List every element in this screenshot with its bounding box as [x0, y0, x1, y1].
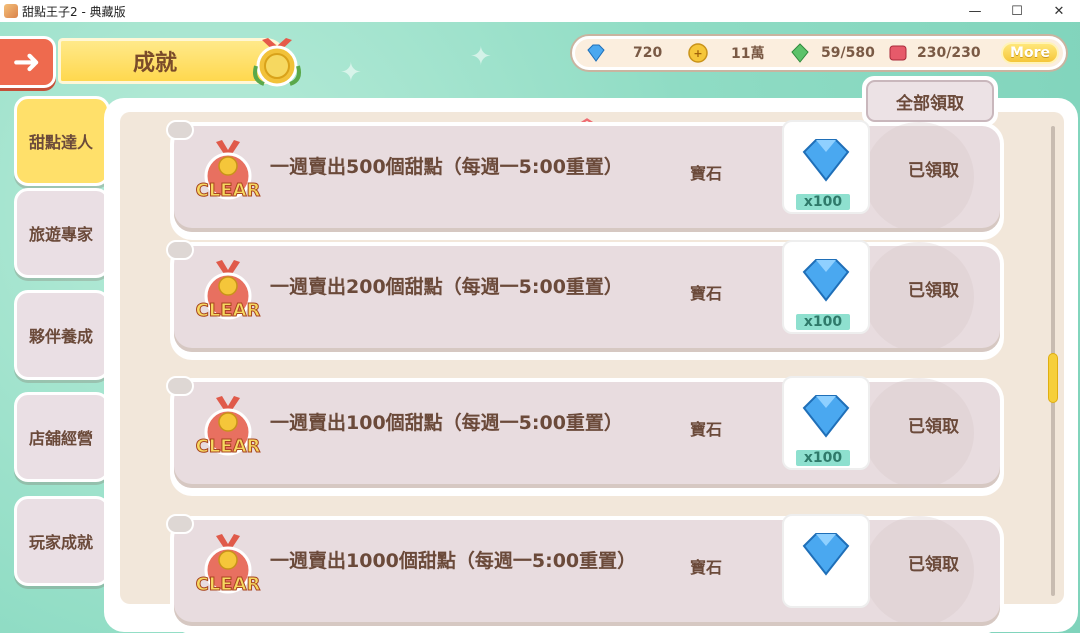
nav-item-partner-training[interactable]: 夥伴養成	[14, 290, 110, 380]
sparkle-icon: ✦	[340, 58, 362, 88]
medal-icon	[253, 38, 301, 87]
reward-type: 寶石	[690, 284, 723, 303]
nav-item-label: 甜點達人	[29, 133, 94, 152]
achievement-title: 一週賣出1000個甜點（每週一5:00重置）	[270, 550, 637, 572]
achievement-title: 一週賣出200個甜點（每週一5:00重置）	[270, 276, 623, 298]
list-item: CLEAR 一週賣出500個甜點（每週一5:00重置） 寶石 x100 已領取	[166, 120, 1004, 240]
claimed-status: 已領取	[908, 281, 959, 301]
reward-item[interactable]: x100	[782, 120, 870, 214]
claimed-status: 已領取	[908, 417, 959, 437]
nav-item-travel-expert[interactable]: 旅遊專家	[14, 188, 110, 278]
svg-text:CLEAR: CLEAR	[196, 574, 261, 595]
scrollbar-thumb[interactable]	[1048, 353, 1058, 403]
reward-item[interactable]	[782, 514, 870, 608]
claimed-status: 已領取	[908, 161, 959, 181]
gem-icon	[802, 395, 850, 438]
list-item: CLEAR 一週賣出200個甜點（每週一5:00重置） 寶石 x100 已領取	[166, 240, 1004, 360]
reward-item[interactable]: x100	[782, 376, 870, 470]
nav-item-shop-management[interactable]: 店舖經營	[14, 392, 110, 482]
app-icon	[4, 4, 18, 18]
gems-counter: 720	[585, 42, 662, 64]
nav-item-dessert-master[interactable]: 甜點達人	[14, 96, 110, 186]
maximize-button[interactable]: ☐	[996, 0, 1038, 22]
clear-badge-icon: CLEAR	[195, 396, 261, 458]
stamina-counter: 59/580	[789, 42, 875, 64]
gem-icon	[802, 139, 850, 182]
reward-quantity: x100	[794, 448, 852, 468]
gem-icon	[802, 259, 850, 302]
minimize-button[interactable]: —	[954, 0, 996, 22]
window-titlebar: 甜點王子2 - 典藏版 — ☐ ✕	[0, 0, 1080, 22]
coins-counter: + 11萬	[687, 42, 764, 64]
svg-text:CLEAR: CLEAR	[196, 436, 261, 457]
reward-item[interactable]: x100	[782, 240, 870, 334]
reward-quantity: x100	[794, 312, 852, 332]
nav-item-label: 玩家成就	[29, 533, 94, 552]
clear-badge-icon: CLEAR	[195, 534, 261, 596]
coin-plus-icon[interactable]: +	[687, 42, 709, 64]
ticket-plus-icon[interactable]	[887, 42, 909, 64]
page-title: 成就	[133, 51, 178, 76]
gems-value: 720	[633, 45, 663, 61]
nav-item-label: 夥伴養成	[29, 327, 94, 346]
coins-value: 11萬	[731, 46, 765, 62]
reward-type: 寶石	[690, 420, 723, 439]
game-area: ✦ ✦ ✦ ✦ ➜ 成就 720 + 11萬	[0, 22, 1080, 633]
window-title: 甜點王子2 - 典藏版	[22, 4, 126, 19]
nav-item-player-achievements[interactable]: 玩家成就	[14, 496, 110, 586]
tickets-value: 230/230	[917, 45, 981, 61]
clear-badge-icon: CLEAR	[195, 140, 261, 202]
gem-icon	[802, 533, 850, 576]
more-button[interactable]: More	[1001, 42, 1059, 64]
claim-all-button[interactable]: 全部領取	[862, 76, 998, 126]
clear-badge-icon: CLEAR	[195, 260, 261, 322]
resource-bar: 720 + 11萬 59/580 230/230 More	[572, 36, 1066, 70]
stamina-value: 59/580	[821, 45, 875, 61]
gem-icon	[587, 44, 605, 62]
claim-all-label: 全部領取	[866, 80, 994, 122]
svg-text:+: +	[693, 47, 702, 60]
sparkle-icon: ✦	[470, 42, 492, 72]
back-arrow-icon: ➜	[12, 42, 41, 82]
svg-text:CLEAR: CLEAR	[196, 300, 261, 321]
nav-item-label: 旅遊專家	[29, 225, 94, 244]
back-button[interactable]: ➜	[0, 36, 56, 88]
reward-type: 寶石	[690, 164, 723, 183]
list-item: CLEAR 一週賣出100個甜點（每週一5:00重置） 寶石 x100 已領取	[166, 376, 1004, 496]
stamina-plus-icon[interactable]	[789, 42, 811, 64]
tickets-counter: 230/230	[887, 42, 981, 64]
svg-text:CLEAR: CLEAR	[196, 180, 261, 201]
list-item: CLEAR 一週賣出1000個甜點（每週一5:00重置） 寶石 已領取	[166, 514, 1004, 633]
achievement-title: 一週賣出100個甜點（每週一5:00重置）	[270, 412, 623, 434]
close-button[interactable]: ✕	[1038, 0, 1080, 22]
nav-item-label: 店舖經營	[29, 429, 94, 448]
achievement-title: 一週賣出500個甜點（每週一5:00重置）	[270, 156, 623, 178]
reward-type: 寶石	[690, 558, 723, 577]
claimed-status: 已領取	[908, 555, 959, 575]
reward-quantity: x100	[794, 192, 852, 212]
